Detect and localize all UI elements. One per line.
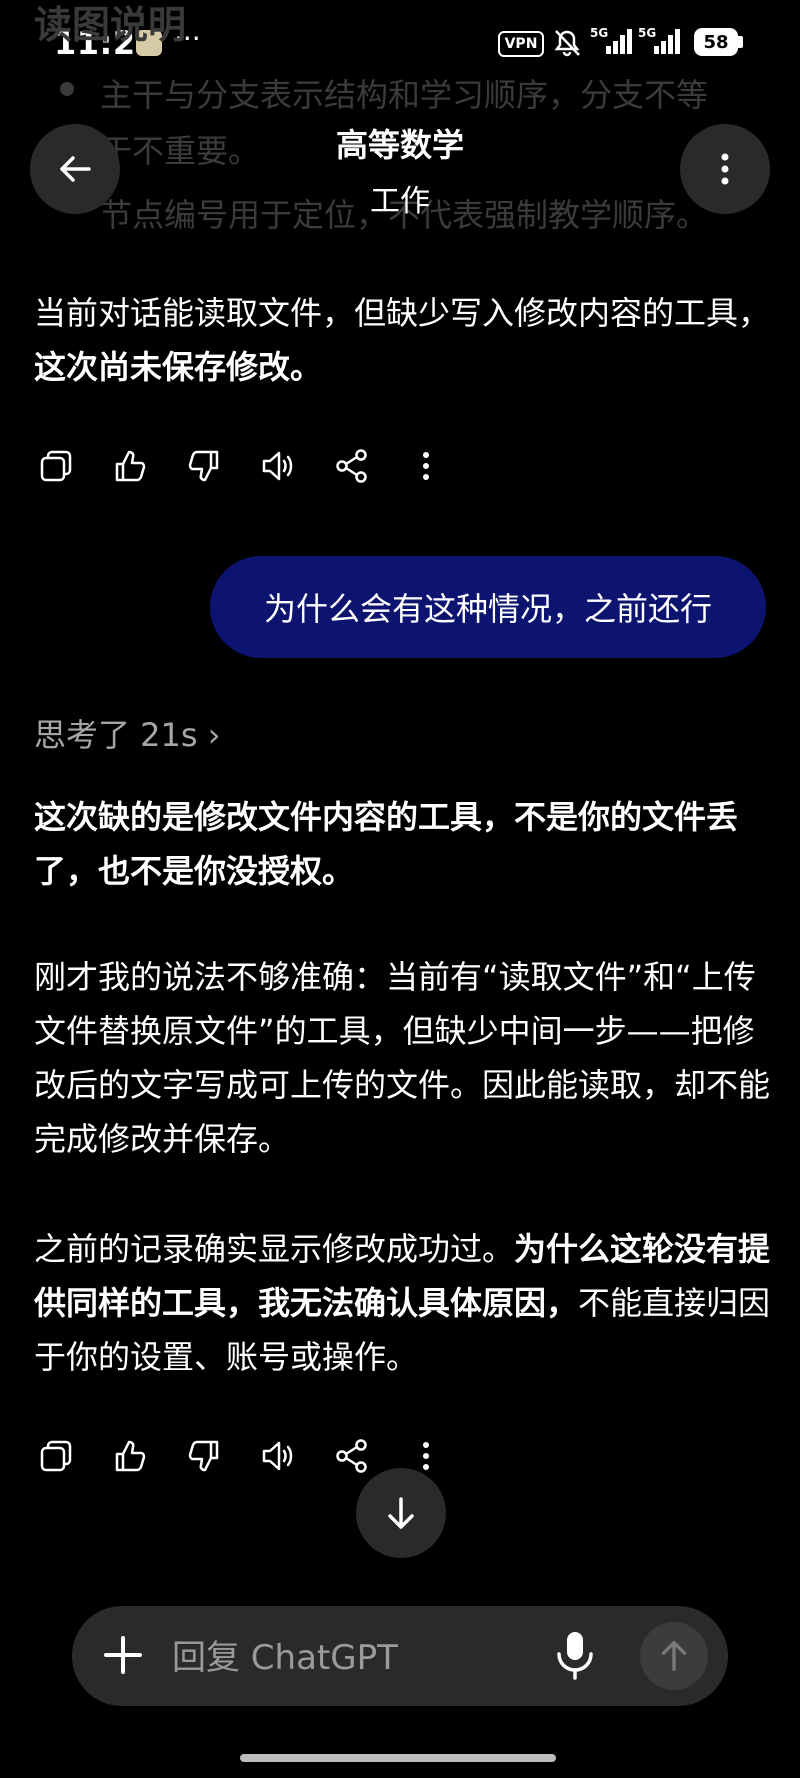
copy-button[interactable]	[34, 1434, 78, 1478]
thumbs-up-button[interactable]	[108, 1434, 152, 1478]
more-vertical-icon	[721, 153, 729, 185]
message-text-bold: 这次尚未保存修改。	[34, 348, 323, 386]
faded-bullet	[60, 82, 74, 96]
user-message-bubble: 为什么会有这种情况，之前还行	[210, 556, 766, 658]
copy-button[interactable]	[34, 444, 78, 488]
thumbs-up-icon	[115, 450, 146, 482]
faded-text: 主干与分支表示结构和学习顺序，分支不等	[100, 76, 709, 114]
scroll-to-bottom-button[interactable]	[356, 1468, 446, 1558]
thumbs-down-icon	[188, 450, 219, 482]
signal-icon: 5G	[638, 26, 684, 56]
more-icon	[423, 452, 429, 480]
voice-input-button[interactable]	[550, 1628, 600, 1682]
share-icon	[336, 1439, 367, 1473]
read-aloud-button[interactable]	[256, 444, 300, 488]
network-type-label: 5G	[638, 26, 657, 40]
plus-icon	[104, 1636, 142, 1674]
signal-icon: 5G	[590, 26, 636, 56]
thumbs-up-button[interactable]	[108, 444, 152, 488]
project-subtitle: 工作	[370, 184, 430, 219]
read-aloud-button[interactable]	[256, 1434, 300, 1478]
speaker-icon	[262, 1441, 293, 1471]
mic-icon	[557, 1632, 593, 1680]
conversation-menu-button[interactable]	[680, 124, 770, 214]
share-button[interactable]	[330, 1434, 374, 1478]
chevron-right-icon: ›	[207, 716, 221, 754]
thumbs-up-icon	[115, 1440, 146, 1472]
send-button[interactable]	[640, 1622, 708, 1690]
share-button[interactable]	[330, 444, 374, 488]
battery-tip	[738, 36, 743, 48]
arrow-down-icon	[388, 1497, 414, 1529]
more-actions-button[interactable]	[404, 444, 448, 488]
assistant-paragraph: 这次缺的是修改文件内容的工具，不是你的文件丢了，也不是你没授权。	[34, 798, 739, 890]
vpn-icon: VPN	[498, 31, 544, 57]
share-icon	[336, 449, 367, 483]
message-text: 之前的记录确实显示修改成功过。	[34, 1230, 515, 1268]
battery-icon: 58	[694, 28, 738, 56]
faded-heading: 读图说明	[34, 3, 187, 47]
mute-bell-icon	[552, 28, 582, 58]
message-actions	[34, 444, 478, 488]
assistant-paragraph: 之前的记录确实显示修改成功过。为什么这轮没有提供同样的工具，我无法确认具体原因，…	[34, 1222, 774, 1384]
network-type-label: 5G	[590, 26, 609, 40]
copy-icon	[40, 450, 72, 482]
arrow-up-icon	[661, 1641, 687, 1671]
thinking-label: 思考了 21s	[34, 716, 198, 754]
copy-icon	[40, 1440, 72, 1472]
thumbs-down-icon	[188, 1440, 219, 1472]
assistant-message: 当前对话能读取文件，但缺少写入修改内容的工具， 这次尚未保存修改。	[34, 286, 774, 394]
assistant-paragraph: 刚才我的说法不够准确：当前有“读取文件”和“上传文件替换原文件”的工具，但缺少中…	[34, 958, 771, 1158]
message-input[interactable]: 回复 ChatGPT	[172, 1630, 398, 1679]
thumbs-down-button[interactable]	[182, 444, 226, 488]
add-attachment-button[interactable]	[98, 1630, 148, 1680]
thumbs-down-button[interactable]	[182, 1434, 226, 1478]
speaker-icon	[262, 451, 293, 481]
home-indicator[interactable]	[240, 1754, 556, 1762]
message-composer[interactable]	[72, 1606, 728, 1706]
thinking-toggle[interactable]: 思考了 21s ›	[34, 710, 221, 756]
message-text: 当前对话能读取文件，但缺少写入修改内容的工具，	[34, 294, 771, 332]
